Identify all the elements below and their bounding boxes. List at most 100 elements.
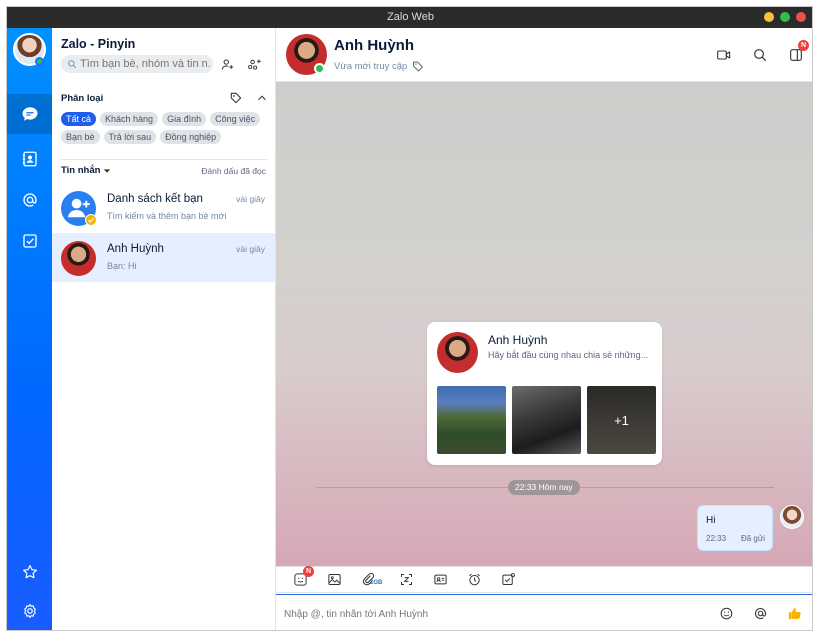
conversation-name: Danh sách kết bạn	[107, 193, 203, 205]
chip-customers[interactable]: Khách hàng	[100, 112, 159, 126]
window-controls	[764, 12, 806, 22]
alarm-clock-icon	[468, 573, 480, 586]
nav-contacts-button[interactable]	[7, 139, 52, 179]
online-indicator	[314, 63, 325, 74]
contact-name[interactable]: Anh Huỳnh	[334, 37, 414, 54]
chip-reply-later[interactable]: Trả lời sau	[103, 130, 157, 144]
card-photos: +1	[437, 386, 656, 454]
chat-header: Anh Huỳnh Vừa mới truy cập N	[276, 28, 812, 82]
nav-settings-button[interactable]	[7, 591, 52, 630]
add-friend-button[interactable]	[217, 54, 237, 74]
messages-filter-label: Tin nhắn	[61, 165, 101, 176]
sticker-button[interactable]: N	[290, 565, 314, 590]
close-button[interactable]	[796, 12, 806, 22]
assign-task-button[interactable]	[498, 570, 518, 590]
conversation-preview: Tìm kiếm và thêm bạn bè mới	[107, 211, 227, 221]
send-contact-card-button[interactable]	[430, 570, 450, 590]
window-title: Zalo Web	[387, 11, 434, 23]
chip-work[interactable]: Công việc	[210, 112, 261, 126]
conversation-time: vài giây	[236, 244, 265, 254]
divider	[61, 159, 267, 160]
last-seen-text: Vừa mới truy cập	[334, 60, 408, 72]
file-size-label: 1GB	[370, 579, 383, 586]
card-name: Anh Huỳnh	[488, 333, 548, 347]
message-area[interactable]: Anh Huỳnh Hãy bắt đầu cùng nhau chia sẻ …	[276, 82, 812, 566]
screenshot-icon	[400, 574, 412, 585]
attach-file-button[interactable]: 1GB	[358, 570, 382, 590]
contact-status: Vừa mới truy cập	[334, 60, 424, 72]
search-box[interactable]	[61, 55, 213, 73]
tag-settings-icon[interactable]	[229, 91, 243, 105]
add-group-icon	[247, 59, 261, 70]
photo-thumbnail[interactable]	[512, 386, 581, 454]
app-window: Zalo Web Zalo - Pinyin Tìm bạn bè, nhóm …	[6, 6, 813, 631]
contact-intro-card: Anh Huỳnh Hãy bắt đầu cùng nhau chia sẻ …	[427, 322, 662, 465]
header-actions: N	[713, 40, 812, 66]
mention-button[interactable]	[750, 603, 770, 623]
chip-all[interactable]: Tất cả	[61, 112, 97, 126]
photo-thumbnail[interactable]: +1	[587, 386, 656, 454]
tag-icon[interactable]	[412, 60, 424, 72]
photo-thumbnail[interactable]	[437, 386, 506, 454]
chat-bubble-icon	[22, 107, 37, 121]
conversation-panel: Zalo - Pinyin Phân loại Tất cả Khách hàn…	[52, 28, 276, 630]
nav-favorites-button[interactable]	[7, 552, 52, 592]
conversation-item-anh-huynh[interactable]: Anh Huỳnh Bạn: Hi vài giây	[52, 233, 275, 282]
time-divider-label: 22:33 Hôm nay	[508, 480, 580, 495]
minimize-button[interactable]	[764, 12, 774, 22]
search-messages-button[interactable]	[749, 44, 771, 66]
sticker-badge: N	[303, 565, 314, 577]
send-image-button[interactable]	[324, 570, 344, 590]
gear-icon	[23, 604, 36, 618]
message-time: 22:33	[706, 534, 727, 543]
chip-family[interactable]: Gia đình	[162, 112, 207, 126]
conversation-item-friend-requests[interactable]: Danh sách kết bạn Tìm kiếm và thêm bạn b…	[52, 183, 275, 232]
composer-actions	[716, 603, 804, 623]
caret-down-icon	[104, 168, 111, 173]
chevron-up-icon[interactable]	[255, 91, 269, 105]
messages-filter-dropdown[interactable]: Tin nhắn	[61, 165, 111, 176]
nav-mentions-button[interactable]	[7, 180, 52, 220]
verified-badge-icon	[85, 214, 97, 226]
message-input[interactable]	[284, 605, 704, 623]
video-call-button[interactable]	[713, 44, 735, 66]
maximize-button[interactable]	[780, 12, 790, 22]
conversation-time: vài giây	[236, 194, 265, 204]
app-name: Zalo - Pinyin	[61, 37, 136, 51]
online-indicator	[35, 57, 44, 66]
nav-todo-button[interactable]	[7, 221, 52, 261]
message-text: Hi	[706, 515, 716, 526]
task-checkbox-icon	[501, 573, 515, 585]
search-icon	[68, 60, 77, 69]
chip-friends[interactable]: Bạn bè	[61, 130, 100, 144]
emoji-icon	[720, 607, 732, 619]
quick-like-button[interactable]	[784, 603, 804, 623]
window-titlebar: Zalo Web	[7, 7, 812, 28]
add-user-icon	[221, 58, 233, 70]
contact-book-icon	[22, 151, 37, 167]
nav-messages-button[interactable]	[7, 94, 52, 134]
search-input[interactable]	[80, 58, 210, 70]
emoji-button[interactable]	[716, 603, 736, 623]
message-status: Đã gửi	[740, 534, 765, 543]
create-group-button[interactable]	[244, 54, 264, 74]
card-avatar[interactable]	[437, 332, 478, 373]
chip-colleagues[interactable]: Đồng nghiệp	[160, 130, 222, 144]
mark-as-read-link[interactable]: Đánh dấu đã đọc	[201, 166, 266, 176]
nav-rail	[7, 28, 52, 630]
reminder-button[interactable]	[464, 570, 484, 590]
message-composer	[276, 594, 812, 630]
contact-card-icon	[433, 574, 447, 585]
category-chips: Tất cả Khách hàng Gia đình Công việc Bạn…	[61, 112, 266, 144]
image-icon	[327, 574, 341, 585]
sent-message-bubble[interactable]: Hi 22:33 Đã gửi	[697, 505, 773, 551]
star-icon	[22, 565, 37, 579]
screenshot-button[interactable]	[396, 570, 416, 590]
category-title: Phân loại	[61, 93, 104, 104]
search-icon	[754, 49, 767, 62]
conversation-info-button[interactable]: N	[785, 40, 809, 66]
notification-badge: N	[798, 40, 809, 51]
chat-panel: Anh Huỳnh Vừa mới truy cập N Anh Huỳnh H…	[276, 28, 812, 630]
video-camera-icon	[717, 50, 731, 60]
checkbox-icon	[22, 234, 37, 248]
